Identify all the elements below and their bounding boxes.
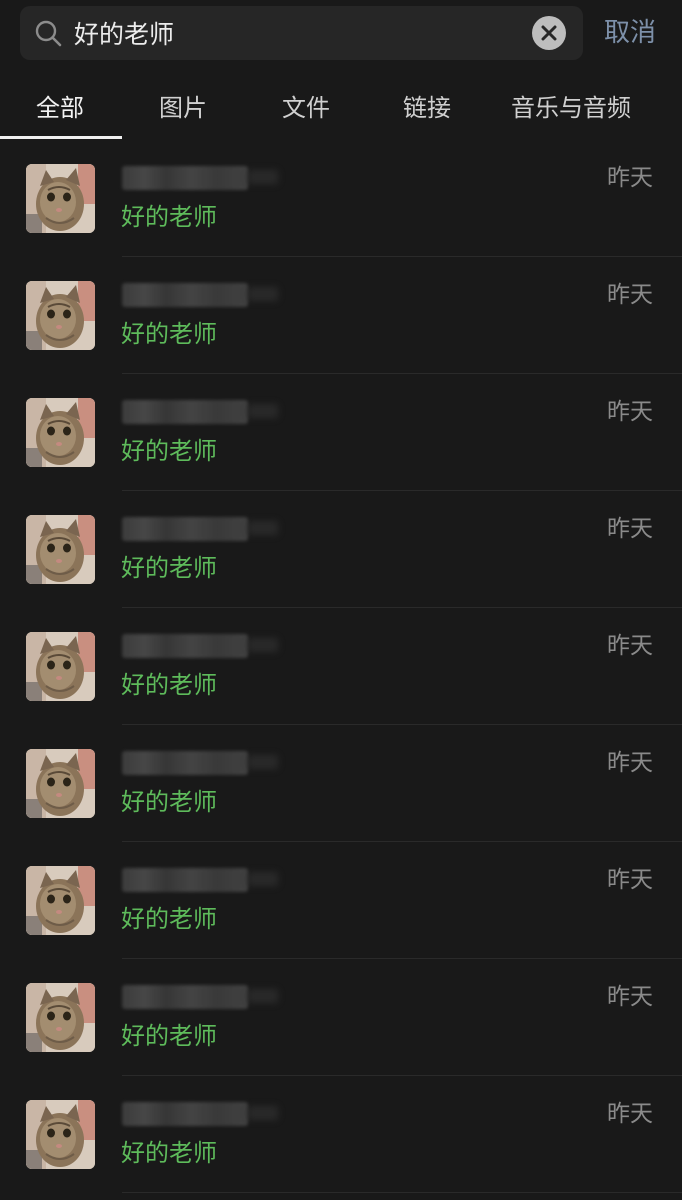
search-box[interactable] (20, 6, 583, 60)
message-snippet: 好的老师 (121, 671, 217, 699)
blurred-sender-name (122, 283, 248, 307)
filter-tabs: 全部 图片 文件 链接 音乐与音频 (0, 70, 682, 140)
cat-avatar (26, 866, 95, 935)
message-time: 昨天 (607, 282, 653, 308)
message-snippet: 好的老师 (121, 905, 217, 933)
cat-avatar (26, 749, 95, 818)
blurred-sender-name (122, 517, 248, 541)
message-time: 昨天 (607, 867, 653, 893)
result-item[interactable]: 好的老师 昨天 (0, 374, 682, 491)
tab-music-audio[interactable]: 音乐与音频 (511, 92, 631, 124)
tab-active-indicator (0, 136, 122, 139)
message-snippet: 好的老师 (121, 788, 217, 816)
result-item[interactable]: 好的老师 昨天 (0, 140, 682, 257)
search-results-list: 好的老师 昨天 好的老师 昨天 好的老师 昨天 好的老师 昨天 好的老师 昨天 … (0, 140, 682, 1193)
blurred-sender-name (122, 985, 248, 1009)
blurred-sender-name (122, 400, 248, 424)
search-icon (34, 19, 62, 47)
result-item[interactable]: 好的老师 昨天 (0, 959, 682, 1076)
message-time: 昨天 (607, 633, 653, 659)
message-snippet: 好的老师 (121, 437, 217, 465)
result-item[interactable]: 好的老师 昨天 (0, 725, 682, 842)
result-item[interactable]: 好的老师 昨天 (0, 842, 682, 959)
message-snippet: 好的老师 (121, 1022, 217, 1050)
cat-avatar (26, 281, 95, 350)
cat-avatar (26, 398, 95, 467)
cat-avatar (26, 983, 95, 1052)
message-time: 昨天 (607, 516, 653, 542)
message-time: 昨天 (607, 399, 653, 425)
blurred-sender-name (122, 1102, 248, 1126)
tab-files[interactable]: 文件 (282, 92, 330, 124)
result-item[interactable]: 好的老师 昨天 (0, 257, 682, 374)
result-item[interactable]: 好的老师 昨天 (0, 1076, 682, 1193)
cat-avatar (26, 515, 95, 584)
message-snippet: 好的老师 (121, 554, 217, 582)
tab-all[interactable]: 全部 (36, 92, 84, 124)
message-time: 昨天 (607, 165, 653, 191)
message-time: 昨天 (607, 750, 653, 776)
cat-avatar (26, 1100, 95, 1169)
message-time: 昨天 (607, 1101, 653, 1127)
clear-button[interactable] (532, 16, 566, 50)
message-time: 昨天 (607, 984, 653, 1010)
search-input[interactable] (74, 12, 514, 54)
blurred-sender-name (122, 166, 248, 190)
cat-avatar (26, 632, 95, 701)
blurred-sender-name (122, 868, 248, 892)
message-snippet: 好的老师 (121, 320, 217, 348)
result-item[interactable]: 好的老师 昨天 (0, 491, 682, 608)
result-item[interactable]: 好的老师 昨天 (0, 608, 682, 725)
row-divider (122, 1192, 682, 1193)
blurred-sender-name (122, 751, 248, 775)
cancel-button[interactable]: 取消 (604, 14, 656, 52)
search-header: 取消 (0, 0, 682, 70)
message-snippet: 好的老师 (121, 203, 217, 231)
tab-links[interactable]: 链接 (403, 92, 451, 124)
tab-images[interactable]: 图片 (159, 92, 207, 124)
message-snippet: 好的老师 (121, 1139, 217, 1167)
blurred-sender-name (122, 634, 248, 658)
cat-avatar (26, 164, 95, 233)
